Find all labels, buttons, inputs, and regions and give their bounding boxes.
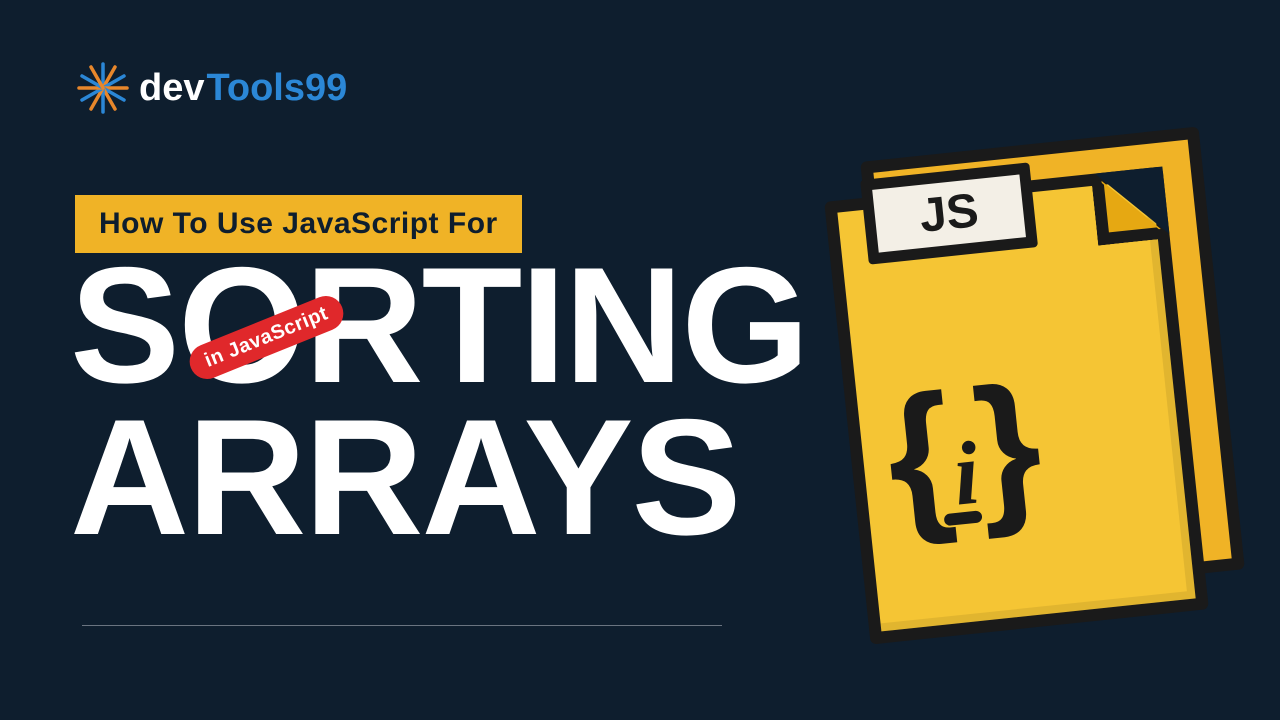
logo-99-text: 99: [305, 67, 347, 110]
heading-line-2: ARRAYS: [70, 402, 808, 554]
logo-dev-text: dev: [139, 67, 204, 110]
logo-tools-text: Tools: [206, 67, 305, 110]
heading-line-1: SORTING: [70, 250, 808, 402]
heading-underline: [82, 625, 722, 626]
js-label-tag: JS: [860, 162, 1038, 264]
main-heading: SORTING ARRAYS: [70, 250, 808, 554]
hero-banner: dev Tools 99 How To Use JavaScript For S…: [0, 0, 1280, 720]
js-file-illustration: JS { i }: [820, 126, 1249, 653]
info-i-icon: i: [949, 429, 971, 520]
brand-logo: dev Tools 99: [75, 60, 347, 116]
logo-text: dev Tools 99: [139, 67, 347, 110]
file-code-icon: { i }: [879, 361, 1037, 540]
logo-burst-icon: [75, 60, 131, 116]
